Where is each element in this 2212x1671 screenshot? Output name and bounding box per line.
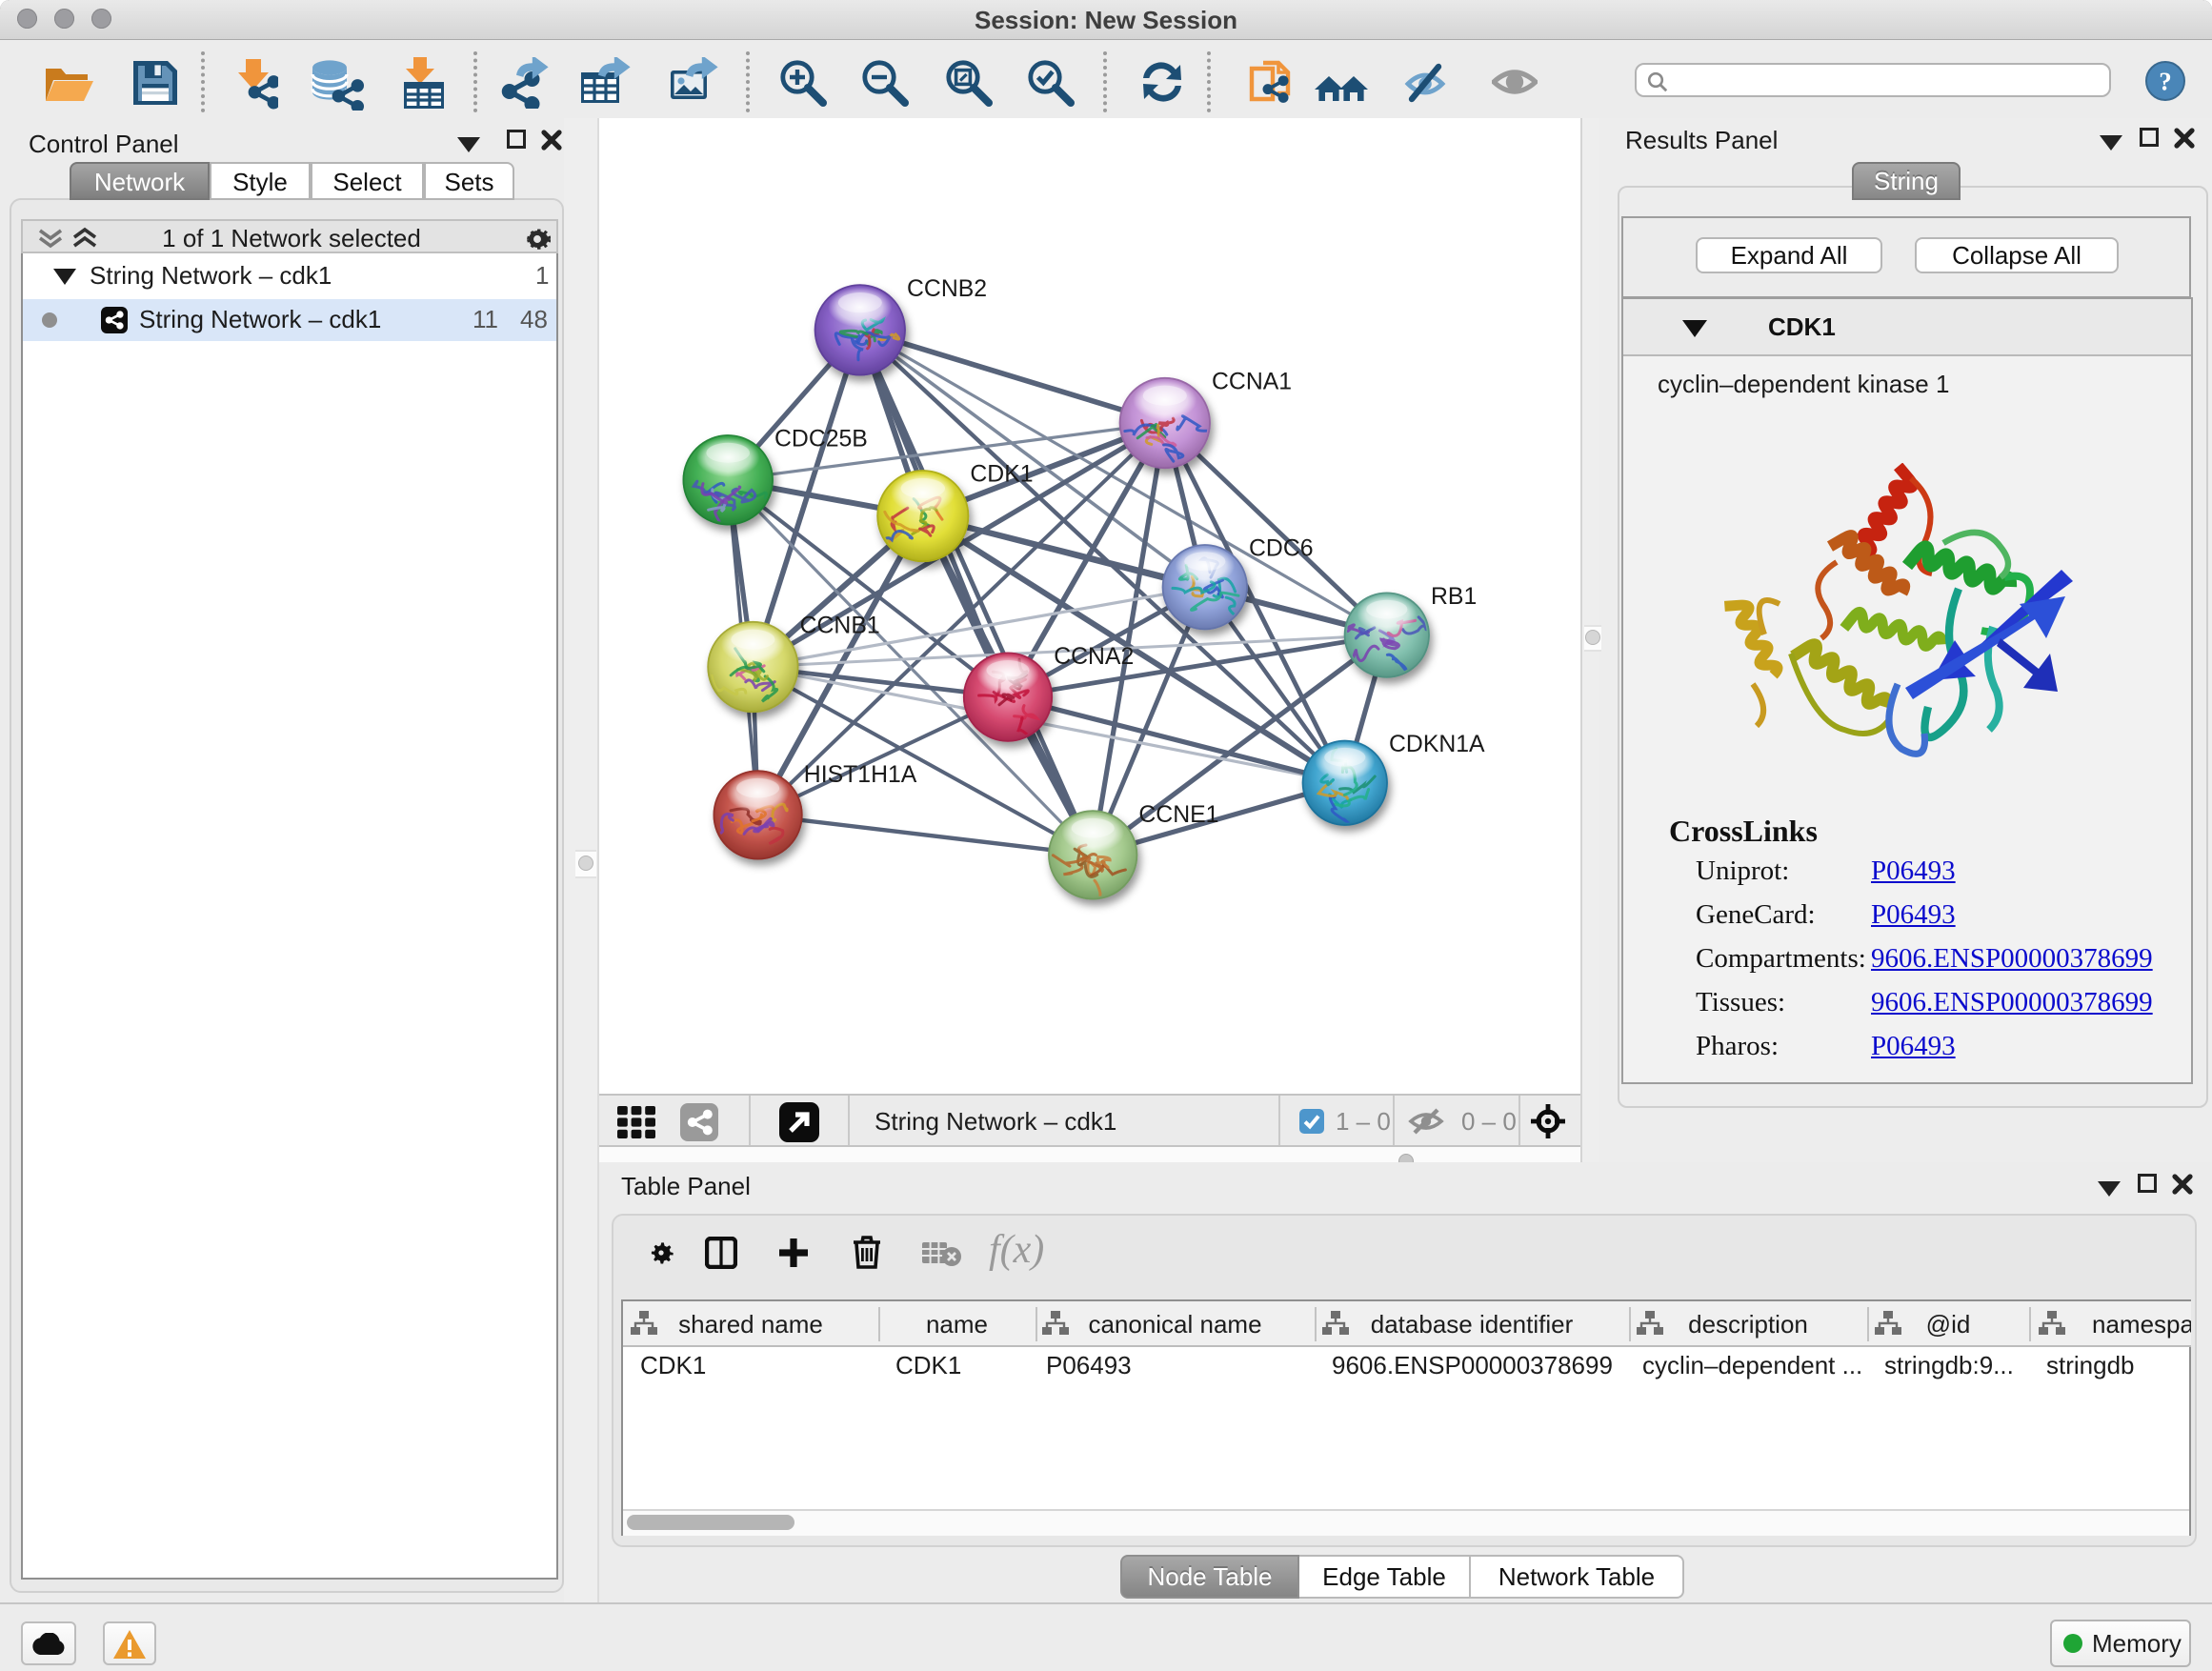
- svg-text:RB1: RB1: [1431, 584, 1477, 610]
- svg-text:CDKN1A: CDKN1A: [1389, 732, 1485, 757]
- svg-text:HIST1H1A: HIST1H1A: [804, 762, 917, 788]
- svg-text:CDK1: CDK1: [970, 462, 1033, 488]
- svg-text:CCNB2: CCNB2: [907, 276, 987, 302]
- svg-text:CCNB1: CCNB1: [800, 613, 880, 638]
- svg-text:CCNE1: CCNE1: [1138, 802, 1218, 828]
- svg-text:?: ?: [2159, 67, 2172, 95]
- svg-text:CDC6: CDC6: [1249, 536, 1314, 562]
- svg-text:CCNA1: CCNA1: [1212, 369, 1292, 394]
- svg-text:CCNA2: CCNA2: [1054, 644, 1134, 670]
- svg-text:CDC25B: CDC25B: [774, 427, 868, 453]
